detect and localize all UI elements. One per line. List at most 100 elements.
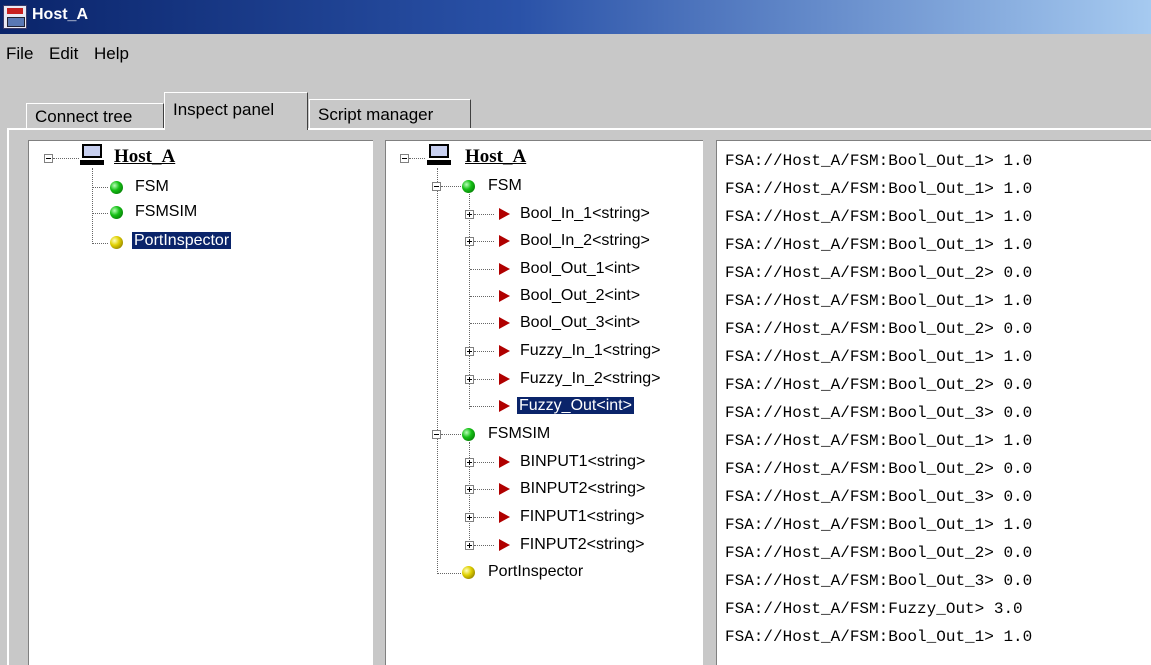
app-icon[interactable] — [3, 5, 27, 29]
tree-connector — [470, 323, 494, 324]
tree-connector — [470, 296, 494, 297]
left-tree-root[interactable]: Host_A — [114, 146, 175, 168]
log-line: FSA://Host_A/FSM:Bool_Out_2> 0.0 — [725, 460, 1033, 478]
menu-help[interactable]: Help — [94, 44, 129, 64]
tree-connector — [474, 351, 494, 352]
expand-port-icon[interactable] — [465, 237, 474, 246]
expand-port-icon[interactable] — [465, 458, 474, 467]
mid-tree-port[interactable]: Bool_In_2<string> — [520, 230, 650, 252]
mid-tree-port-selected[interactable]: Fuzzy_Out<int> — [517, 395, 634, 417]
mid-tree-port[interactable]: BINPUT2<string> — [520, 478, 645, 500]
mid-tree-port[interactable]: Fuzzy_In_2<string> — [520, 368, 661, 390]
red-triangle-icon — [499, 290, 510, 302]
tree-connector — [474, 241, 494, 242]
mid-tree-port[interactable]: Bool_Out_3<int> — [520, 312, 640, 334]
tree-connector — [92, 213, 108, 214]
log-line: FSA://Host_A/FSM:Bool_Out_1> 1.0 — [725, 292, 1033, 310]
tree-connector — [409, 158, 425, 159]
red-triangle-icon — [499, 345, 510, 357]
red-triangle-icon — [499, 317, 510, 329]
mid-tree-portinspector[interactable]: PortInspector — [488, 561, 583, 583]
green-ball-icon — [110, 206, 123, 219]
expand-port-icon[interactable] — [465, 485, 474, 494]
green-ball-icon — [110, 181, 123, 194]
left-tree-item-fsmsim[interactable]: FSMSIM — [135, 201, 197, 223]
red-triangle-icon — [499, 400, 510, 412]
red-triangle-icon — [499, 373, 510, 385]
window-title: Host_A — [32, 6, 89, 23]
log-line: FSA://Host_A/FSM:Bool_Out_1> 1.0 — [725, 516, 1033, 534]
tree-connector — [437, 168, 438, 574]
left-tree-item-portinspector[interactable]: PortInspector — [132, 230, 232, 252]
tab-inspect-panel[interactable]: Inspect panel — [164, 92, 308, 130]
tree-connector — [441, 186, 461, 187]
mid-tree-root[interactable]: Host_A — [465, 146, 526, 168]
tab-connect-tree[interactable]: Connect tree — [26, 103, 164, 129]
log-line: FSA://Host_A/FSM:Bool_Out_3> 0.0 — [725, 488, 1033, 506]
collapse-host-left-icon[interactable] — [44, 154, 53, 163]
red-triangle-icon — [499, 208, 510, 220]
red-triangle-icon — [499, 263, 510, 275]
red-triangle-icon — [499, 456, 510, 468]
mid-tree-fsm[interactable]: FSM — [488, 175, 522, 197]
collapse-fsm-icon[interactable] — [432, 182, 441, 191]
tree-connector — [92, 243, 108, 244]
tab-script-manager[interactable]: Script manager — [309, 99, 471, 129]
log-line: FSA://Host_A/FSM:Bool_Out_2> 0.0 — [725, 544, 1033, 562]
red-triangle-icon — [499, 511, 510, 523]
expand-port-icon[interactable] — [465, 347, 474, 356]
tree-connector — [92, 168, 93, 244]
tree-connector — [474, 545, 494, 546]
tree-connector — [92, 187, 108, 188]
red-triangle-icon — [499, 235, 510, 247]
log-line: FSA://Host_A/FSM:Fuzzy_Out> 3.0 — [725, 600, 1023, 618]
yellow-ball-icon — [110, 236, 123, 249]
log-line: FSA://Host_A/FSM:Bool_Out_1> 1.0 — [725, 348, 1033, 366]
tree-connector — [474, 379, 494, 380]
expand-port-icon[interactable] — [465, 541, 474, 550]
log-line: FSA://Host_A/FSM:Bool_Out_3> 0.0 — [725, 572, 1033, 590]
log-line: FSA://Host_A/FSM:Bool_Out_3> 0.0 — [725, 404, 1033, 422]
computer-icon — [80, 143, 104, 167]
green-ball-icon — [462, 428, 475, 441]
mid-tree-port[interactable]: Bool_Out_2<int> — [520, 285, 640, 307]
mid-tree-port[interactable]: Bool_In_1<string> — [520, 203, 650, 225]
title-bar: Host_A — [0, 0, 1151, 34]
left-tree-panel[interactable] — [28, 140, 373, 665]
mid-tree-port[interactable]: FINPUT1<string> — [520, 506, 644, 528]
green-ball-icon — [462, 180, 475, 193]
log-line: FSA://Host_A/FSM:Bool_Out_1> 1.0 — [725, 432, 1033, 450]
collapse-host-mid-icon[interactable] — [400, 154, 409, 163]
log-line: FSA://Host_A/FSM:Bool_Out_1> 1.0 — [725, 152, 1033, 170]
menu-file[interactable]: File — [6, 44, 33, 64]
expand-port-icon[interactable] — [465, 375, 474, 384]
log-line: FSA://Host_A/FSM:Bool_Out_2> 0.0 — [725, 264, 1033, 282]
right-splitter[interactable] — [703, 140, 716, 665]
collapse-fsmsim-icon[interactable] — [432, 430, 441, 439]
expand-port-icon[interactable] — [465, 513, 474, 522]
log-line: FSA://Host_A/FSM:Bool_Out_1> 1.0 — [725, 236, 1033, 254]
mid-tree-port[interactable]: FINPUT2<string> — [520, 534, 644, 556]
mid-tree-port[interactable]: Bool_Out_1<int> — [520, 258, 640, 280]
log-line: FSA://Host_A/FSM:Bool_Out_1> 1.0 — [725, 628, 1033, 646]
left-splitter[interactable] — [373, 140, 385, 665]
tree-connector — [474, 489, 494, 490]
tree-connector — [437, 573, 461, 574]
tree-connector — [470, 406, 494, 407]
mid-tree-port[interactable]: Fuzzy_In_1<string> — [520, 340, 661, 362]
computer-icon — [427, 143, 451, 167]
tree-connector — [470, 269, 494, 270]
yellow-ball-icon — [462, 566, 475, 579]
log-line: FSA://Host_A/FSM:Bool_Out_2> 0.0 — [725, 376, 1033, 394]
mid-tree-fsmsim[interactable]: FSMSIM — [488, 423, 550, 445]
log-line: FSA://Host_A/FSM:Bool_Out_2> 0.0 — [725, 320, 1033, 338]
menu-edit[interactable]: Edit — [49, 44, 78, 64]
log-line: FSA://Host_A/FSM:Bool_Out_1> 1.0 — [725, 180, 1033, 198]
red-triangle-icon — [499, 483, 510, 495]
log-line: FSA://Host_A/FSM:Bool_Out_1> 1.0 — [725, 208, 1033, 226]
tree-connector — [474, 214, 494, 215]
left-tree-item-fsm[interactable]: FSM — [135, 176, 169, 198]
expand-port-icon[interactable] — [465, 210, 474, 219]
mid-tree-port[interactable]: BINPUT1<string> — [520, 451, 645, 473]
menu-bar: File Edit Help — [0, 34, 1151, 74]
